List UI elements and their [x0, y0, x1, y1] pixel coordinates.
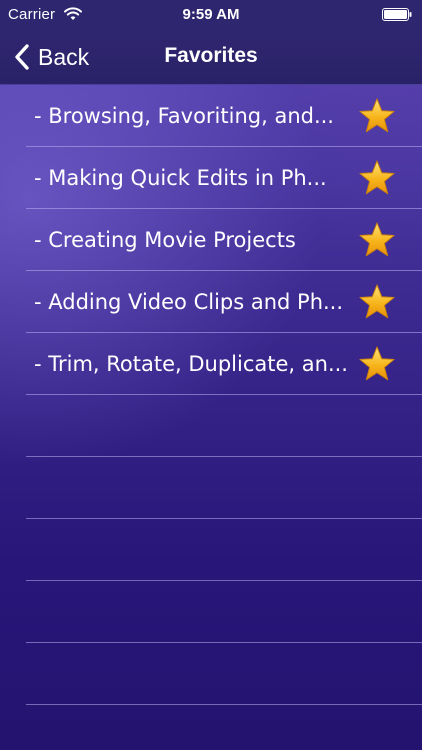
list-item-label: - Adding Video Clips and Ph... [34, 289, 344, 314]
battery-icon [382, 8, 412, 21]
list-item[interactable]: - Adding Video Clips and Ph... [26, 271, 422, 333]
list-item[interactable]: - Creating Movie Projects [26, 209, 422, 271]
status-time: 9:59 AM [182, 6, 240, 23]
empty-row [26, 395, 422, 457]
list-item-label: - Making Quick Edits in Ph... [34, 165, 327, 190]
navigation-bar: Back Favorites [0, 30, 422, 85]
empty-row [26, 581, 422, 643]
list-item[interactable]: - Browsing, Favoriting, and... [26, 85, 422, 147]
empty-row [26, 643, 422, 705]
empty-row [26, 457, 422, 519]
list-item[interactable]: - Making Quick Edits in Ph... [26, 147, 422, 209]
list-item-label: - Trim, Rotate, Duplicate, an... [34, 351, 348, 376]
list-item[interactable]: - Trim, Rotate, Duplicate, an... [26, 333, 422, 395]
status-bar: Carrier 9:59 AM [0, 0, 422, 30]
star-icon[interactable] [358, 283, 396, 321]
star-icon[interactable] [358, 221, 396, 259]
empty-row [26, 519, 422, 581]
star-icon[interactable] [358, 159, 396, 197]
star-icon[interactable] [358, 345, 396, 383]
favorites-list: - Browsing, Favoriting, and... - Making … [0, 85, 422, 705]
list-item-label: - Creating Movie Projects [34, 227, 296, 252]
favorites-screen: Carrier 9:59 AM Back Favorites - Browsin… [0, 0, 422, 750]
star-icon[interactable] [358, 97, 396, 135]
page-title: Favorites [164, 44, 258, 67]
list-item-label: - Browsing, Favoriting, and... [34, 103, 334, 128]
